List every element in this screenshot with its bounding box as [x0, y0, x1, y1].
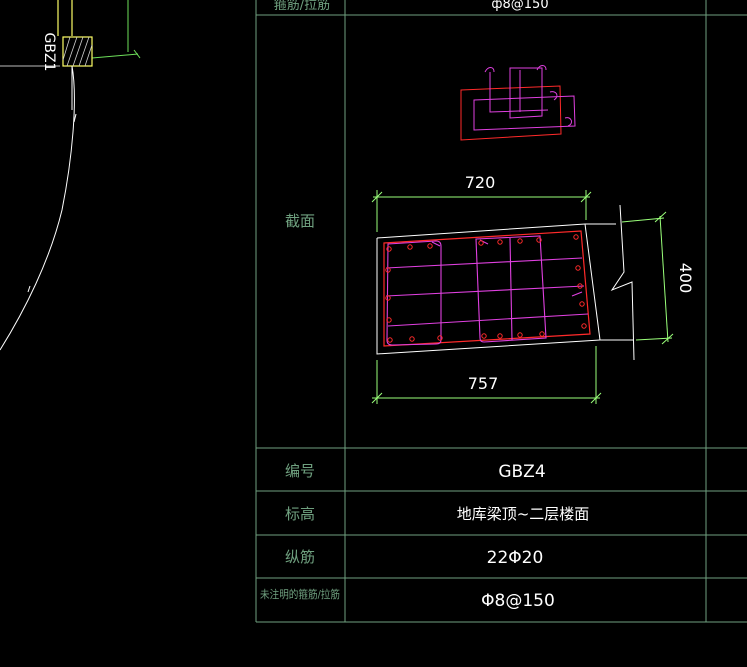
section-outline-bottom — [376, 238, 634, 355]
row-value-id: GBZ4 — [498, 462, 545, 482]
dim-line-right — [659, 215, 669, 343]
wall-mark — [27, 285, 31, 293]
rebar-sketch — [460, 65, 576, 141]
hook — [571, 291, 583, 297]
dim-757-label: 757 — [468, 374, 499, 393]
cad-canvas[interactable]: GBZ1 箍筋/拉筋 ф8@150 截面 720 757 400 编号 GBZ4… — [0, 0, 747, 667]
tie-horizontal — [387, 313, 589, 327]
axis-line-green — [91, 53, 139, 59]
column-section[interactable] — [376, 204, 635, 361]
gbz1-tag: GBZ1 — [41, 33, 57, 72]
tie-horizontal — [385, 285, 585, 297]
longitudinal-bars — [385, 234, 587, 343]
plan-fragment: GBZ1 — [0, 0, 141, 351]
dimensions — [371, 190, 674, 404]
outer-hoop — [383, 230, 591, 347]
row-value-stirrup: Φ8@150 — [481, 591, 555, 611]
row-label-id: 编号 — [285, 462, 315, 480]
row-label-stirrup: 未注明的箍筋/拉筋 — [260, 587, 340, 601]
top-row-value: ф8@150 — [491, 0, 548, 12]
dim-720-label: 720 — [465, 173, 496, 192]
top-row-label: 箍筋/拉筋 — [274, 0, 330, 13]
schedule-table — [255, 0, 747, 623]
tie-vertical — [509, 237, 513, 341]
row-value-elevation: 地库梁顶~二层楼面 — [457, 505, 590, 523]
row-label-elevation: 标高 — [285, 505, 315, 523]
break-line — [610, 204, 635, 361]
hook — [431, 241, 441, 247]
dim-400-label: 400 — [676, 263, 695, 294]
stirrup-left — [386, 240, 442, 346]
section-outline-side — [584, 223, 601, 341]
row-value-longitudinal: 22Φ20 — [487, 548, 544, 568]
curved-wall — [0, 65, 75, 351]
row-label-longitudinal: 纵筋 — [285, 548, 315, 566]
tie-horizontal — [385, 257, 583, 269]
section-label: 截面 — [285, 212, 315, 230]
